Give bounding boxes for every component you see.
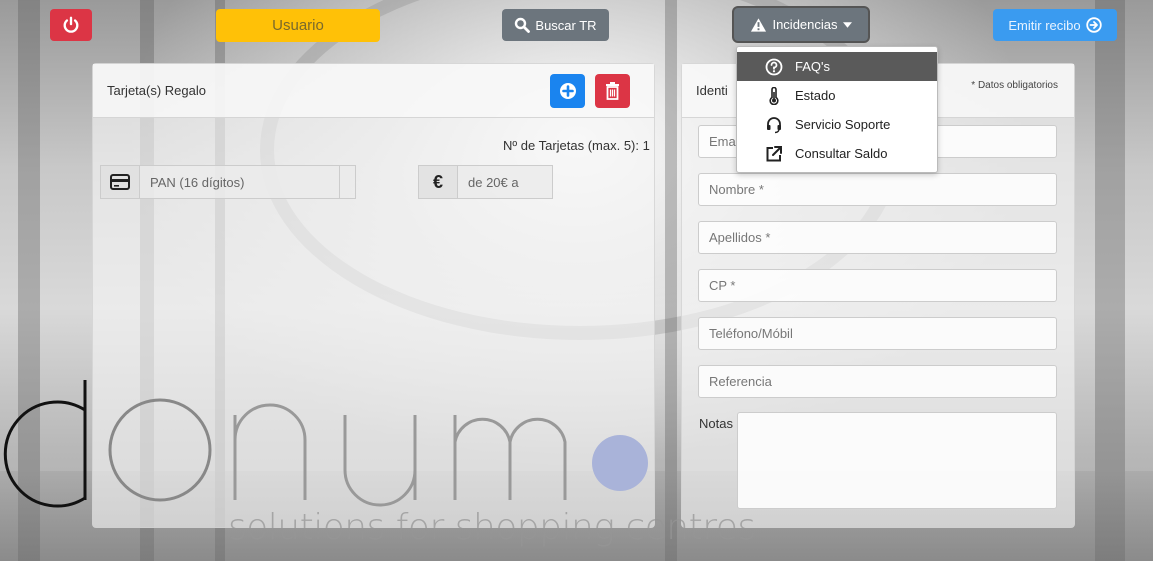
caret-down-icon [842, 21, 852, 28]
postal-code-field[interactable] [698, 269, 1057, 302]
dropdown-item-label: FAQ's [795, 59, 830, 74]
dropdown-item-estado[interactable]: Estado [737, 81, 937, 110]
dropdown-item-label: Servicio Soporte [795, 117, 891, 132]
incidents-label: Incidencias [772, 17, 838, 32]
euro-icon: € [418, 165, 458, 199]
search-icon [515, 17, 531, 33]
question-circle-icon [765, 58, 783, 76]
external-link-icon [765, 145, 783, 163]
required-fields-note: * Datos obligatorios [971, 80, 1058, 91]
dropdown-item-label: Estado [795, 88, 836, 103]
incidents-dropdown-menu: FAQ's Estado Servicio Soporte Consultar … [736, 46, 938, 173]
add-card-button[interactable] [550, 74, 585, 108]
dropdown-item-label: Consultar Saldo [795, 146, 888, 161]
emit-receipt-button[interactable]: Emitir recibo [993, 9, 1117, 41]
gift-cards-panel: Tarjeta(s) Regalo Nº de Tarjetas (max. 5… [92, 63, 655, 528]
user-button[interactable]: Usuario [216, 9, 380, 42]
identification-title: Identi [696, 83, 728, 98]
arrow-circle-right-icon [1085, 17, 1102, 33]
power-icon [63, 16, 79, 33]
dropdown-item-balance[interactable]: Consultar Saldo [737, 139, 937, 168]
reference-field[interactable] [698, 365, 1057, 398]
name-field[interactable] [698, 173, 1057, 206]
phone-field[interactable] [698, 317, 1057, 350]
trash-icon [606, 82, 619, 100]
emit-receipt-label: Emitir recibo [1008, 17, 1081, 33]
thermometer-icon [765, 86, 783, 105]
incidents-dropdown-button[interactable]: Incidencias [734, 8, 868, 41]
headset-icon [765, 116, 783, 134]
pan-input-spacer [340, 165, 356, 199]
power-button[interactable] [50, 9, 92, 41]
surname-field[interactable] [698, 221, 1057, 254]
search-tr-button[interactable]: Buscar TR [502, 9, 609, 41]
dropdown-item-support[interactable]: Servicio Soporte [737, 110, 937, 139]
gift-cards-title: Tarjeta(s) Regalo [107, 83, 206, 98]
dropdown-item-faqs[interactable]: FAQ's [737, 52, 937, 81]
amount-input-group: € [418, 165, 553, 199]
plus-circle-icon [559, 83, 576, 99]
pan-input[interactable] [140, 165, 340, 199]
user-button-label: Usuario [272, 17, 324, 34]
notes-textarea[interactable] [737, 412, 1057, 509]
delete-card-button[interactable] [595, 74, 630, 108]
notes-label: Notas [699, 416, 733, 431]
warning-icon [751, 17, 767, 32]
amount-input[interactable] [458, 165, 553, 199]
pan-input-group [100, 165, 356, 199]
credit-card-icon [100, 165, 140, 199]
card-count-label: Nº de Tarjetas (max. 5): 1 [503, 138, 650, 153]
search-tr-label: Buscar TR [535, 17, 597, 33]
logo-tagline: solutions for shopping centres [228, 507, 756, 548]
